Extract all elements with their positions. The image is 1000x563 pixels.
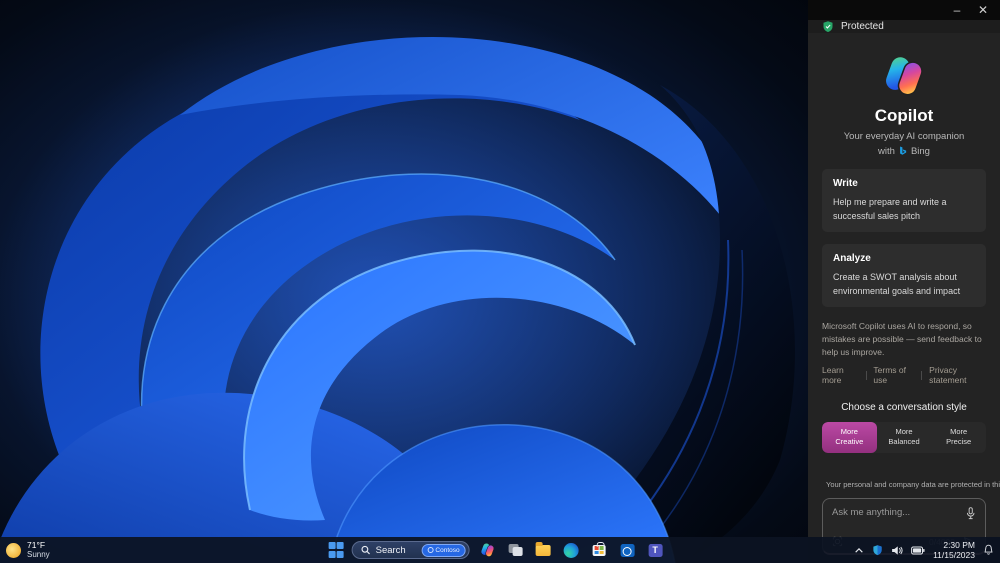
system-tray: 2:30 PM 11/15/2023 — [854, 537, 994, 563]
sun-icon — [6, 542, 21, 558]
privacy-statement-link[interactable]: Privacy statement — [929, 365, 986, 385]
outlook-icon — [620, 543, 635, 557]
taskbar-app-task-view[interactable] — [505, 540, 526, 561]
bing-label: Bing — [910, 146, 930, 157]
ai-disclaimer: Microsoft Copilot uses AI to respond, so… — [822, 321, 982, 357]
taskbar-app-teams[interactable]: T — [645, 540, 666, 561]
tray-clock[interactable]: 2:30 PM 11/15/2023 — [933, 540, 975, 560]
store-icon — [592, 541, 606, 556]
mic-button[interactable] — [965, 506, 976, 520]
copilot-title: Copilot — [874, 106, 934, 125]
tray-time: 2:30 PM — [943, 539, 975, 550]
screen: – ✕ Protected Copilot Your everyday AI c… — [0, 0, 1000, 563]
contoso-icon — [427, 547, 434, 553]
conversation-style-toggle: More Creative More Balanced More Precise — [822, 422, 986, 453]
footer-links: Learn more Terms of use Privacy statemen… — [822, 365, 986, 385]
conversation-style-heading: Choose a conversation style — [841, 402, 967, 414]
edge-icon — [563, 542, 579, 558]
taskbar-app-file-explorer[interactable] — [533, 540, 554, 561]
taskbar-app-outlook[interactable] — [617, 540, 638, 561]
copilot-subtitle: Your everyday AI companion — [843, 131, 965, 142]
search-icon — [361, 545, 370, 555]
link-divider — [865, 370, 867, 380]
data-protection-note: Your personal and company data are prote… — [822, 480, 1000, 490]
protected-label: Protected — [841, 21, 884, 32]
bing-icon — [900, 146, 907, 155]
taskbar-center: Search Contoso T — [328, 537, 666, 563]
speaker-icon[interactable] — [891, 545, 903, 556]
style-more-precise[interactable]: More Precise — [931, 422, 986, 452]
data-protection-text: Your personal and company data are prote… — [826, 480, 1000, 489]
task-view-icon — [508, 544, 523, 556]
protected-badge: Protected — [808, 20, 1000, 33]
taskbar-search[interactable]: Search Contoso — [351, 541, 470, 559]
terms-of-use-link[interactable]: Terms of use — [873, 365, 914, 385]
desktop-wallpaper — [0, 0, 808, 563]
card-text: Help me prepare and write a successful s… — [833, 197, 947, 221]
card-title: Analyze — [833, 253, 871, 264]
suggestion-card-write[interactable]: Write Help me prepare and write a succes… — [822, 169, 986, 232]
chat-input-placeholder: Ask me anything... — [832, 506, 911, 518]
weather-condition: Sunny — [27, 550, 50, 560]
tray-date: 11/15/2023 — [933, 550, 975, 560]
tray-chevron-up[interactable] — [854, 547, 864, 554]
copilot-logo — [822, 53, 986, 99]
security-shield-icon[interactable] — [872, 544, 883, 556]
start-button[interactable] — [328, 542, 345, 559]
minimize-button[interactable]: – — [946, 0, 968, 20]
protected-shield-icon — [823, 21, 833, 33]
weather-widget[interactable]: 71°F Sunny — [6, 537, 50, 563]
teams-icon: T — [648, 543, 663, 557]
with-label: with — [878, 146, 895, 157]
battery-icon[interactable] — [911, 545, 925, 555]
taskbar-app-store[interactable] — [589, 540, 610, 561]
learn-more-link[interactable]: Learn more — [822, 365, 859, 385]
style-more-creative[interactable]: More Creative — [822, 422, 877, 453]
suggestion-card-analyze[interactable]: Analyze Create a SWOT analysis about env… — [822, 244, 986, 307]
with-bing-line: with Bing — [822, 146, 986, 157]
taskbar: 71°F Sunny Search Contoso T 2:30 PM 11/1… — [0, 537, 1000, 563]
weather-temp: 71°F — [27, 539, 46, 550]
contoso-badge[interactable]: Contoso — [421, 543, 466, 557]
card-text: Create a SWOT analysis about environment… — [833, 272, 961, 296]
taskbar-app-edge[interactable] — [561, 540, 582, 561]
close-button[interactable]: ✕ — [972, 0, 994, 20]
notification-bell-icon[interactable] — [983, 544, 994, 556]
style-more-balanced[interactable]: More Balanced — [877, 422, 932, 452]
folder-icon — [535, 541, 551, 556]
link-divider — [921, 370, 923, 380]
search-label: Search — [375, 544, 406, 556]
sidebar-body: Copilot Your everyday AI companion with … — [808, 33, 1000, 555]
sidebar-titlebar: – ✕ — [808, 0, 1000, 20]
taskbar-app-copilot[interactable] — [477, 540, 498, 561]
copilot-sidebar: – ✕ Protected Copilot Your everyday AI c… — [808, 0, 1000, 555]
card-title: Write — [833, 178, 858, 189]
